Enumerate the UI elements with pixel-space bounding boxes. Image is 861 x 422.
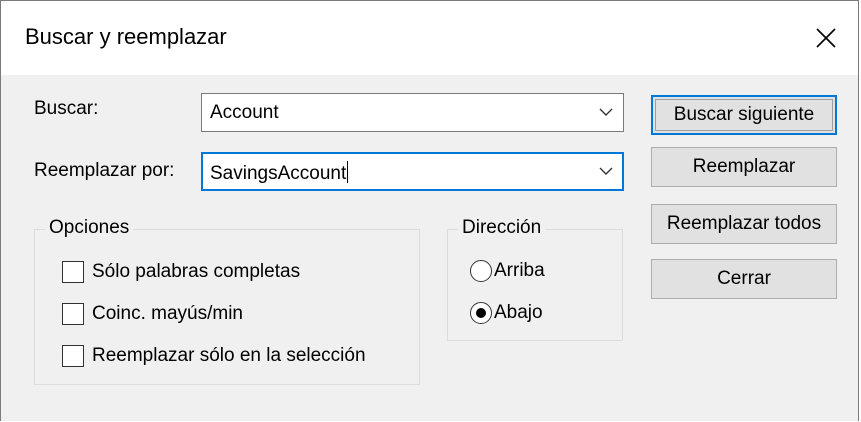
replace-all-label: Reemplazar todos: [666, 213, 822, 234]
radio-label: Arriba: [494, 260, 545, 281]
find-input[interactable]: Account: [210, 102, 279, 124]
replace-all-button[interactable]: Reemplazar todos: [651, 204, 837, 244]
option-selection-only[interactable]: Reemplazar sólo en la selección: [62, 345, 366, 367]
replace-input-text: SavingsAccount: [210, 163, 347, 184]
option-whole-words[interactable]: Sólo palabras completas: [62, 261, 300, 283]
checkbox[interactable]: [62, 345, 84, 367]
option-label: Sólo palabras completas: [92, 261, 301, 282]
direction-group: Dirección Arriba Abajo: [447, 217, 623, 341]
find-next-button[interactable]: Buscar siguiente: [651, 95, 837, 135]
replace-combobox[interactable]: SavingsAccount: [201, 152, 624, 191]
replace-label: Reemplazar por:: [34, 160, 175, 181]
text-caret: [347, 161, 349, 183]
option-label: Coinc. mayús/min: [92, 303, 243, 324]
direction-up[interactable]: Arriba: [470, 260, 545, 282]
option-match-case[interactable]: Coinc. mayús/min: [62, 303, 243, 325]
radio-label: Abajo: [494, 302, 543, 323]
title-bar: Buscar y reemplazar: [1, 1, 858, 75]
close-button[interactable]: [794, 1, 858, 75]
close-dialog-button[interactable]: Cerrar: [651, 259, 837, 299]
chevron-down-icon[interactable]: [599, 166, 613, 176]
close-button-label: Cerrar: [717, 268, 771, 289]
checkbox[interactable]: [62, 303, 84, 325]
radio-button[interactable]: [470, 260, 492, 282]
dialog-title: Buscar y reemplazar: [25, 24, 227, 49]
find-label: Buscar:: [34, 98, 99, 119]
replace-input[interactable]: SavingsAccount: [210, 161, 349, 185]
direction-down[interactable]: Abajo: [470, 302, 543, 324]
options-legend: Opciones: [45, 217, 134, 239]
radio-button[interactable]: [470, 302, 492, 324]
checkbox[interactable]: [62, 261, 84, 283]
options-group: Opciones Sólo palabras completas Coinc. …: [34, 217, 420, 385]
find-replace-dialog: Buscar y reemplazar Buscar: Account Reem…: [0, 0, 859, 421]
replace-button[interactable]: Reemplazar: [651, 147, 837, 187]
find-combobox[interactable]: Account: [201, 93, 624, 132]
focus-rect: [655, 99, 833, 131]
option-label: Reemplazar sólo en la selección: [92, 345, 366, 366]
chevron-down-icon[interactable]: [599, 107, 613, 117]
replace-button-label: Reemplazar: [692, 156, 796, 177]
close-icon: [816, 28, 836, 48]
direction-legend: Dirección: [458, 217, 546, 239]
